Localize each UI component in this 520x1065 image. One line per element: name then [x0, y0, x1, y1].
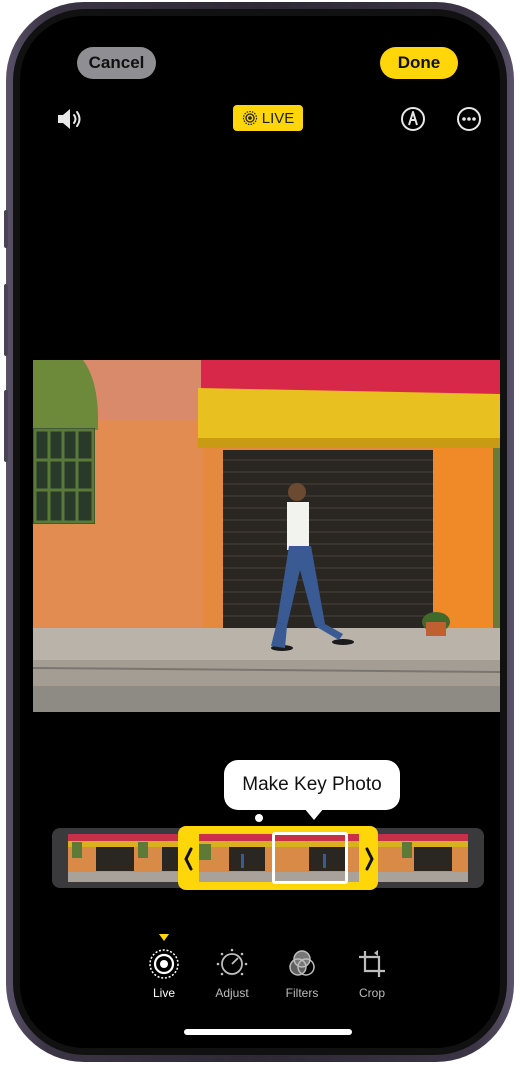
- live-ring-icon: [242, 110, 257, 126]
- tab-crop[interactable]: Crop: [340, 948, 404, 1000]
- make-key-photo-button[interactable]: Make Key Photo: [224, 760, 400, 810]
- photo[interactable]: [33, 360, 500, 712]
- action-button: [4, 210, 8, 248]
- tooltip-pointer: [304, 808, 324, 820]
- live-icon: [149, 949, 179, 979]
- tab-filters-label: Filters: [285, 986, 319, 1000]
- dynamic-island: [200, 43, 322, 79]
- cancel-button[interactable]: Cancel: [77, 47, 156, 79]
- tab-live-label: Live: [152, 986, 175, 1000]
- tab-adjust-label: Adjust: [215, 986, 249, 1000]
- crop-icon: [359, 950, 385, 977]
- screen: Cancel Done LIVE Make Key Photo Live Adj…: [20, 16, 500, 1048]
- volume-up-button: [4, 284, 8, 356]
- volume-down-button: [4, 390, 8, 462]
- speaker-icon[interactable]: [56, 106, 88, 132]
- tab-adjust[interactable]: Adjust: [200, 948, 264, 1000]
- tab-filters[interactable]: Filters: [270, 948, 334, 1000]
- more-icon[interactable]: [456, 106, 482, 132]
- key-photo-marker: [255, 814, 263, 822]
- live-badge-label: LIVE: [261, 109, 295, 127]
- tab-crop-label: Crop: [358, 986, 385, 1000]
- done-button[interactable]: Done: [380, 47, 458, 79]
- adjust-dial-icon: [216, 948, 248, 976]
- trim-start-handle[interactable]: [180, 844, 198, 874]
- selected-tab-indicator: [159, 934, 169, 941]
- live-badge[interactable]: LIVE: [233, 105, 303, 131]
- trim-end-handle[interactable]: [360, 844, 378, 874]
- filters-icon: [289, 950, 315, 976]
- home-indicator[interactable]: [184, 1029, 352, 1035]
- key-frame-selector[interactable]: [272, 832, 348, 884]
- tab-live[interactable]: Live: [132, 948, 196, 1000]
- markup-icon[interactable]: [400, 106, 426, 132]
